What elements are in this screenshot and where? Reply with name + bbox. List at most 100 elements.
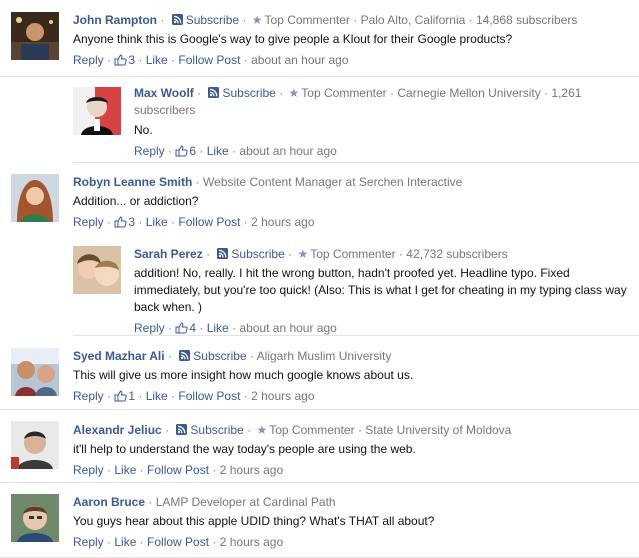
commenter-meta: State University of Moldova bbox=[365, 423, 512, 437]
subscribe-link[interactable]: Subscribe bbox=[193, 349, 246, 363]
subscribe-link[interactable]: Subscribe bbox=[222, 86, 275, 100]
comment-text: You guys hear about this apple UDID thin… bbox=[73, 514, 435, 528]
like-link[interactable]: Like bbox=[114, 535, 136, 549]
comment-actions: Reply · Like · Follow Post · 2 hours ago bbox=[73, 462, 629, 478]
commenter-meta: Website Content Manager at Serchen Inter… bbox=[203, 175, 463, 189]
comment-thread: John Rampton · Subscribe · ★ Top Commente… bbox=[0, 0, 639, 558]
top-commenter-badge: Top Commenter bbox=[310, 247, 396, 261]
timestamp: 2 hours ago bbox=[251, 215, 315, 229]
comment: Alexandr Jeliuc · Subscribe · ★ Top Comme… bbox=[0, 410, 639, 483]
timestamp: 2 hours ago bbox=[219, 535, 284, 549]
separator: · bbox=[165, 423, 173, 437]
top-commenter-badge: Top Commenter bbox=[264, 13, 350, 27]
commenter-name[interactable]: Alexandr Jeliuc bbox=[73, 423, 162, 437]
reply-link[interactable]: Reply bbox=[134, 321, 165, 335]
reply-link[interactable]: Reply bbox=[73, 53, 104, 67]
separator: · bbox=[103, 389, 115, 403]
avatar[interactable] bbox=[11, 348, 59, 396]
like-link[interactable]: Like bbox=[207, 321, 229, 335]
separator: · bbox=[103, 463, 115, 477]
like-link[interactable]: Like bbox=[146, 389, 168, 403]
separator: · bbox=[135, 215, 146, 229]
separator: · bbox=[353, 13, 361, 27]
follow-post-link[interactable]: Follow Post bbox=[147, 535, 209, 549]
commenter-meta: 42,732 subscribers bbox=[406, 247, 508, 261]
commenter-meta: Aligarh Muslim University bbox=[256, 349, 392, 363]
separator: · bbox=[279, 86, 287, 100]
reply-link[interactable]: Reply bbox=[73, 535, 104, 549]
subscribe-link[interactable]: Subscribe bbox=[190, 423, 243, 437]
commenter-name[interactable]: Robyn Leanne Smith bbox=[73, 175, 192, 189]
follow-post-link[interactable]: Follow Post bbox=[147, 463, 209, 477]
timestamp: about an hour ago bbox=[239, 321, 337, 335]
commenter-name[interactable]: Syed Mazhar Ali bbox=[73, 349, 165, 363]
timestamp: about an hour ago bbox=[239, 144, 337, 158]
comment-text: it'll help to understand the way today's… bbox=[73, 442, 416, 456]
top-commenter-badge: Top Commenter bbox=[269, 423, 355, 437]
like-link[interactable]: Like bbox=[207, 144, 229, 158]
avatar[interactable] bbox=[11, 12, 59, 60]
timestamp: 2 hours ago bbox=[251, 389, 315, 403]
thumbs-up-icon bbox=[114, 216, 128, 228]
reply-link[interactable]: Reply bbox=[73, 215, 104, 229]
reply-link[interactable]: Reply bbox=[134, 144, 165, 158]
commenter-name[interactable]: Max Woolf bbox=[134, 86, 194, 100]
reply-link[interactable]: Reply bbox=[73, 463, 104, 477]
separator: · bbox=[228, 144, 240, 158]
separator: · bbox=[240, 389, 252, 403]
separator: · bbox=[206, 247, 214, 261]
avatar[interactable] bbox=[11, 174, 59, 222]
comment-actions: Reply · 3 · Like · Follow Post · about a… bbox=[73, 52, 629, 68]
rss-icon bbox=[179, 350, 191, 361]
thumbs-up-icon bbox=[175, 322, 189, 334]
comment: Syed Mazhar Ali · Subscribe · Aligarh Mu… bbox=[0, 336, 639, 410]
separator: · bbox=[250, 349, 257, 363]
separator: · bbox=[136, 535, 148, 549]
subscribe-link[interactable]: Subscribe bbox=[231, 247, 284, 261]
comment-text: addition! No, really. I hit the wrong bu… bbox=[134, 266, 627, 314]
timestamp: about an hour ago bbox=[251, 53, 349, 67]
rss-icon bbox=[171, 14, 183, 25]
comment-text: This will give us more insight how much … bbox=[73, 368, 414, 382]
separator: · bbox=[167, 53, 179, 67]
comment-text: Addition... or addiction? bbox=[73, 194, 199, 208]
avatar[interactable] bbox=[73, 246, 121, 294]
comment-text: Anyone think this is Google's way to giv… bbox=[73, 32, 513, 46]
separator: · bbox=[195, 175, 204, 189]
follow-post-link[interactable]: Follow Post bbox=[178, 215, 240, 229]
comment-text: No. bbox=[134, 123, 153, 137]
like-link[interactable]: Like bbox=[146, 215, 168, 229]
separator: · bbox=[136, 463, 148, 477]
rss-icon bbox=[176, 424, 188, 435]
separator: · bbox=[196, 321, 207, 335]
separator: · bbox=[197, 86, 205, 100]
timestamp: 2 hours ago bbox=[219, 463, 284, 477]
reply-link[interactable]: Reply bbox=[73, 389, 104, 403]
reply-comment: Max Woolf · Subscribe · ★ Top Commenter ·… bbox=[73, 76, 639, 163]
separator: · bbox=[209, 535, 220, 549]
follow-post-link[interactable]: Follow Post bbox=[178, 389, 240, 403]
separator: · bbox=[167, 215, 179, 229]
separator: · bbox=[167, 389, 179, 403]
commenter-name[interactable]: Aaron Bruce bbox=[73, 495, 145, 509]
follow-post-link[interactable]: Follow Post bbox=[178, 53, 240, 67]
avatar[interactable] bbox=[73, 87, 121, 135]
top-commenter-badge: Top Commenter bbox=[301, 86, 387, 100]
avatar[interactable] bbox=[11, 494, 59, 542]
comment: Aaron Bruce · LAMP Developer at Cardinal… bbox=[0, 483, 639, 558]
comment: John Rampton · Subscribe · ★ Top Commente… bbox=[0, 0, 639, 77]
separator: · bbox=[288, 247, 296, 261]
avatar[interactable] bbox=[11, 421, 59, 469]
separator: · bbox=[103, 53, 115, 67]
comment-actions: Reply · 3 · Like · Follow Post · 2 hours… bbox=[73, 214, 629, 230]
separator: · bbox=[148, 495, 156, 509]
commenter-name[interactable]: Sarah Perez bbox=[134, 247, 203, 261]
subscribe-link[interactable]: Subscribe bbox=[186, 13, 239, 27]
star-icon: ★ bbox=[256, 423, 268, 437]
commenter-name[interactable]: John Rampton bbox=[73, 13, 157, 27]
rss-icon bbox=[217, 248, 229, 259]
star-icon: ★ bbox=[288, 86, 300, 100]
like-link[interactable]: Like bbox=[146, 53, 168, 67]
like-link[interactable]: Like bbox=[114, 463, 136, 477]
star-icon: ★ bbox=[297, 247, 309, 261]
